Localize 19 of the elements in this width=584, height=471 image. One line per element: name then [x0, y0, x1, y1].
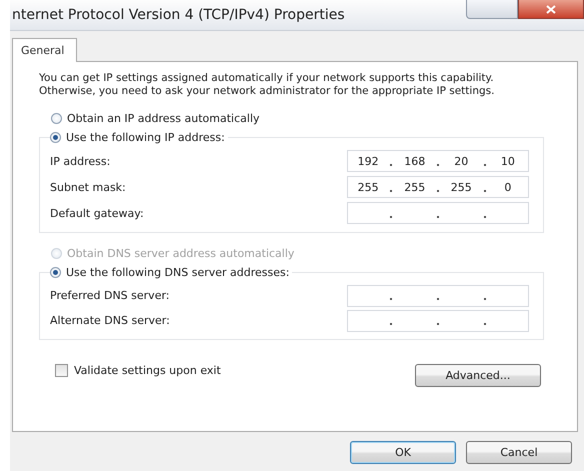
field-label: Alternate DNS server:: [50, 314, 170, 327]
ip-address-field[interactable]: [347, 310, 529, 332]
validate-checkbox[interactable]: Validate settings upon exit: [55, 364, 221, 377]
field-label: IP address:: [50, 154, 110, 168]
ok-button[interactable]: OK: [350, 441, 456, 464]
window-title: nternet Protocol Version 4 (TCP/IPv4) Properties: [12, 7, 345, 23]
ip-address-field[interactable]: [347, 284, 529, 306]
field-label: Default gateway:: [50, 206, 144, 220]
ip-address-field[interactable]: 192 168 20 10: [347, 150, 529, 172]
ip-address-field[interactable]: [347, 202, 529, 224]
cancel-button[interactable]: Cancel: [466, 441, 572, 464]
field-label: Preferred DNS server:: [50, 289, 170, 302]
description-text: You can get IP settings assigned automatically if your network supports this capability. Otherwise, you need to ask your network administrator for the appropriate IP settings.: [39, 72, 496, 98]
close-icon: [546, 4, 556, 14]
advanced-button[interactable]: Advanced...: [415, 364, 541, 387]
field-label: Subnet mask:: [50, 180, 126, 194]
close-button[interactable]: [518, 0, 584, 19]
ip-address-field[interactable]: 255 255 255 0: [347, 176, 529, 198]
tab[interactable]: General: [12, 38, 78, 62]
